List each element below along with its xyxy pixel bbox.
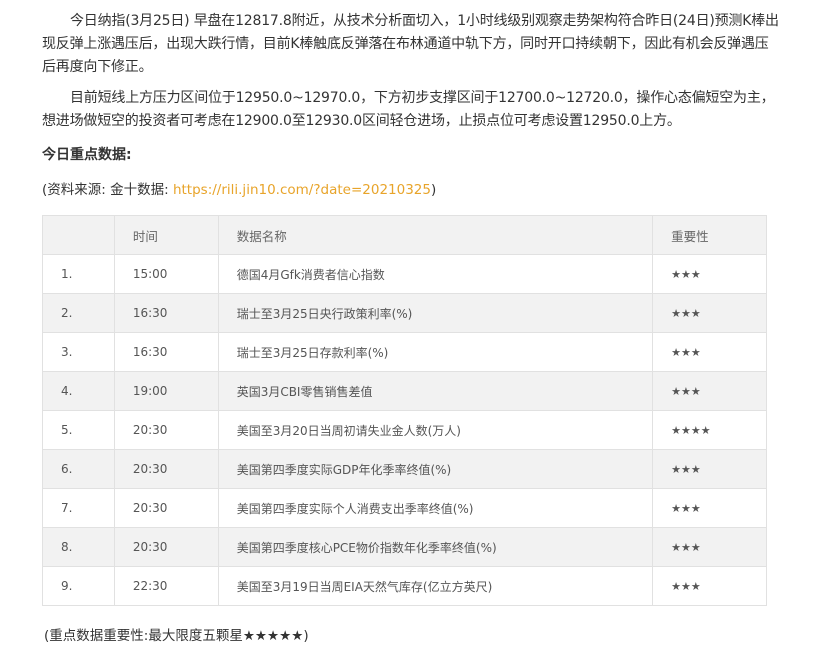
row-index: 1. — [42, 254, 115, 294]
header-time: 时间 — [113, 215, 219, 255]
row-data-name: 瑞士至3月25日央行政策利率(%) — [217, 293, 654, 333]
row-importance: ★★★ — [652, 293, 767, 333]
row-time: 16:30 — [113, 332, 219, 372]
row-time: 22:30 — [113, 566, 219, 606]
row-time: 19:00 — [113, 371, 219, 411]
analysis-paragraph-1: 今日纳指(3月25日) 早盘在12817.8附近，从技术分析面切入，1小时线级别… — [42, 13, 779, 75]
row-time: 16:30 — [113, 293, 219, 333]
row-index: 6. — [42, 449, 115, 489]
row-index: 2. — [42, 293, 115, 333]
table-row: 4. 19:00 英国3月CBI零售销售差值 ★★★ — [42, 371, 767, 411]
row-data-name: 美国至3月19日当周EIA天然气库存(亿立方英尺) — [217, 566, 654, 606]
row-time: 20:30 — [113, 449, 219, 489]
row-index: 5. — [42, 410, 115, 450]
importance-note: (重点数据重要性:最大限度五颗星★★★★★) — [44, 628, 309, 644]
row-data-name: 英国3月CBI零售销售差值 — [217, 371, 654, 411]
row-data-name: 美国第四季度实际GDP年化季率终值(%) — [217, 449, 654, 489]
row-index: 4. — [42, 371, 115, 411]
table-header-row: 时间 数据名称 重要性 — [42, 215, 767, 255]
table-row: 2. 16:30 瑞士至3月25日央行政策利率(%) ★★★ — [42, 293, 767, 333]
table-row: 8. 20:30 美国第四季度核心PCE物价指数年化季率终值(%) ★★★ — [42, 527, 767, 567]
row-data-name: 瑞士至3月25日存款利率(%) — [217, 332, 654, 372]
header-name: 数据名称 — [217, 215, 654, 255]
row-data-name: 美国第四季度实际个人消费支出季率终值(%) — [217, 488, 654, 528]
row-importance: ★★★ — [652, 371, 767, 411]
row-importance: ★★★ — [652, 332, 767, 372]
key-data-table: 时间 数据名称 重要性 1. 15:00 德国4月Gfk消费者信心指数 ★★★ 2. 16… — [42, 215, 767, 606]
header-importance: 重要性 — [652, 215, 767, 255]
row-index: 3. — [42, 332, 115, 372]
table-row: 6. 20:30 美国第四季度实际GDP年化季率终值(%) ★★★ — [42, 449, 767, 489]
row-importance: ★★★ — [652, 449, 767, 489]
table-row: 9. 22:30 美国至3月19日当周EIA天然气库存(亿立方英尺) ★★★ — [42, 566, 767, 606]
table-row: 7. 20:30 美国第四季度实际个人消费支出季率终值(%) ★★★ — [42, 488, 767, 528]
table-row: 1. 15:00 德国4月Gfk消费者信心指数 ★★★ — [42, 254, 767, 294]
row-importance: ★★★★ — [652, 410, 767, 450]
row-index: 9. — [42, 566, 115, 606]
header-index — [42, 215, 115, 255]
source-prefix: (资料来源: 金十数据: — [42, 182, 173, 198]
row-data-name: 美国至3月20日当周初请失业金人数(万人) — [217, 410, 654, 450]
row-time: 20:30 — [113, 410, 219, 450]
row-data-name: 美国第四季度核心PCE物价指数年化季率终值(%) — [217, 527, 654, 567]
row-importance: ★★★ — [652, 254, 767, 294]
row-time: 20:30 — [113, 488, 219, 528]
row-importance: ★★★ — [652, 566, 767, 606]
row-time: 20:30 — [113, 527, 219, 567]
row-index: 8. — [42, 527, 115, 567]
analysis-paragraph-2: 目前短线上方压力区间位于12950.0~12970.0，下方初步支撑区间于127… — [42, 90, 775, 129]
table-row: 3. 16:30 瑞士至3月25日存款利率(%) ★★★ — [42, 332, 767, 372]
row-data-name: 德国4月Gfk消费者信心指数 — [217, 254, 654, 294]
table-row: 5. 20:30 美国至3月20日当周初请失业金人数(万人) ★★★★ — [42, 410, 767, 450]
source-link[interactable]: https://rili.jin10.com/?date=20210325 — [173, 182, 431, 198]
table-body: 1. 15:00 德国4月Gfk消费者信心指数 ★★★ 2. 16:30 瑞士至3月25日央… — [42, 254, 767, 606]
row-importance: ★★★ — [652, 488, 767, 528]
row-index: 7. — [42, 488, 115, 528]
data-source-line: (资料来源: 金十数据: https://rili.jin10.com/?dat… — [42, 178, 436, 198]
key-data-heading: 今日重点数据: — [42, 147, 132, 163]
row-time: 15:00 — [113, 254, 219, 294]
source-suffix: ) — [430, 182, 437, 198]
row-importance: ★★★ — [652, 527, 767, 567]
